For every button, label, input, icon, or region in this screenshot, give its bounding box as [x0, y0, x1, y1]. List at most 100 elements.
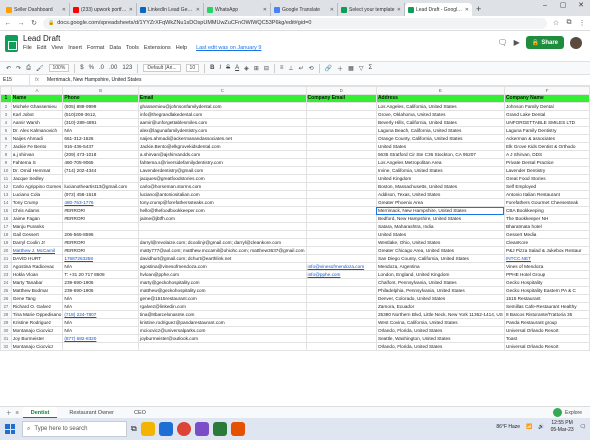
row-number[interactable]: 15: [0, 206, 12, 215]
close-tab-icon[interactable]: ✕: [196, 7, 200, 13]
table-cell[interactable]: Luciano Cola: [10, 190, 64, 199]
table-cell[interactable]: 5635 Stratford Cir Ste C36 Stockton, CA …: [375, 150, 505, 159]
close-tab-icon[interactable]: ✕: [263, 7, 267, 13]
table-cell[interactable]: Irvine, California, United States: [375, 166, 505, 175]
table-cell[interactable]: Merrimack, New Hampshire, United States: [375, 206, 505, 215]
browser-tab[interactable]: Seller Dashboard ✕: [3, 3, 70, 16]
row-number[interactable]: 26: [0, 294, 12, 303]
table-cell[interactable]: (877) 682-8320: [62, 334, 139, 343]
table-cell[interactable]: matty777@aol.com; matthew.mccamil@ohiohc…: [137, 246, 307, 255]
row-number[interactable]: 19: [0, 238, 12, 247]
table-cell[interactable]: mciocvicz@universalparks.com: [137, 326, 307, 335]
meet-icon[interactable]: ▶: [514, 38, 520, 47]
reload-icon[interactable]: ↻: [30, 19, 38, 27]
row-number[interactable]: 32: [0, 342, 12, 351]
table-cell[interactable]: Forefathers Gourmet Cheesesteak: [503, 198, 590, 207]
table-cell[interactable]: Montanajo Ciocvicz: [10, 326, 64, 335]
table-cell[interactable]: Aamir Warsh: [10, 118, 64, 127]
table-cell[interactable]: CleanKore: [503, 238, 590, 247]
redo-icon[interactable]: ↷: [16, 65, 21, 72]
taskbar-search-input[interactable]: ⌕ Type here to search: [22, 421, 127, 437]
row-number[interactable]: 31: [0, 334, 12, 343]
table-cell[interactable]: lucianotheartist13@gmail.com: [62, 182, 139, 191]
table-cell[interactable]: a.shirvan@ajshirvandds.com: [137, 150, 307, 159]
sheets-logo-icon[interactable]: [5, 35, 18, 52]
percent-format-button[interactable]: %: [89, 65, 94, 71]
table-cell[interactable]: [305, 238, 377, 247]
table-cell[interactable]: #ERROR!: [62, 206, 139, 215]
volume-icon[interactable]: 🔊: [538, 424, 544, 430]
row-number[interactable]: 24: [0, 278, 12, 287]
table-cell[interactable]: Universal Orlando Resort: [503, 342, 590, 351]
link-icon[interactable]: 🔗: [325, 65, 332, 72]
last-edit-link[interactable]: Last edit was on January 9: [196, 45, 261, 51]
table-cell[interactable]: 25380 Northern Blvd, Little Neck, New Yo…: [375, 310, 505, 319]
weather-status[interactable]: 86°F Haze: [496, 424, 520, 430]
row-number[interactable]: 23: [0, 270, 12, 279]
row-number[interactable]: 18: [0, 230, 12, 239]
table-cell[interactable]: [305, 302, 377, 311]
valign-icon[interactable]: ⊥: [288, 65, 293, 72]
maximize-icon[interactable]: ▢: [554, 0, 572, 12]
table-cell[interactable]: [305, 198, 377, 207]
table-cell[interactable]: Richard O. Galvez: [10, 302, 64, 311]
zoom-select[interactable]: 100%: [48, 64, 70, 72]
table-cell[interactable]: N/A: [62, 262, 139, 271]
fill-color-icon[interactable]: ◈: [244, 65, 249, 72]
table-cell[interactable]: [305, 110, 377, 119]
close-tab-icon[interactable]: ✕: [397, 7, 401, 13]
table-cell[interactable]: [137, 222, 307, 231]
table-cell[interactable]: Bedford, New Hampshire, United States: [375, 214, 505, 223]
row-number[interactable]: 29: [0, 318, 12, 327]
align-icon[interactable]: ≡: [280, 65, 284, 71]
table-cell[interactable]: Elk Grove Kids Dentist & Orthodo: [503, 142, 590, 151]
table-cell[interactable]: (972) 458-1618: [62, 190, 139, 199]
font-select[interactable]: Default (Ari...: [143, 64, 181, 72]
row-number[interactable]: 5: [0, 126, 12, 135]
new-tab-button[interactable]: +: [476, 3, 481, 16]
clock[interactable]: 12:55 PM 05-Mar-23: [551, 420, 574, 434]
table-cell[interactable]: N/A: [62, 294, 139, 303]
table-cell[interactable]: N/A: [62, 302, 139, 311]
table-cell[interactable]: (310)-289-4891: [62, 118, 139, 127]
table-cell[interactable]: tony.crump@forefatherssteaks.com: [137, 198, 307, 207]
table-cell[interactable]: [305, 214, 377, 223]
menu-item-file[interactable]: File: [23, 45, 32, 51]
store-icon[interactable]: [194, 422, 209, 436]
table-cell[interactable]: Westlake, Ohio, United States: [375, 238, 505, 247]
row-number[interactable]: 20: [0, 246, 12, 255]
table-cell[interactable]: info@vinesofmendoza.com: [305, 262, 377, 271]
table-cell[interactable]: 916-436-5437: [62, 142, 139, 151]
table-cell[interactable]: Orange County, California, United States: [375, 134, 505, 143]
row-number[interactable]: 3: [0, 110, 12, 119]
table-cell[interactable]: fahtema.s@riversidefamilydentistry.com: [137, 158, 307, 167]
table-cell[interactable]: Los Angeles Metropolitan Area: [375, 158, 505, 167]
explore-button[interactable]: Explore: [553, 408, 582, 417]
column-header[interactable]: A: [10, 86, 64, 95]
table-cell[interactable]: Johnson Family Dental: [503, 102, 590, 111]
chrome-icon[interactable]: [176, 422, 191, 436]
table-cell[interactable]: Orlando, Florida, United States: [375, 326, 505, 335]
table-cell[interactable]: Boston, Massachusetts, United States: [375, 182, 505, 191]
excel-icon[interactable]: [212, 422, 227, 436]
table-cell[interactable]: Tony Crump: [10, 198, 64, 207]
table-cell[interactable]: Fahtema S: [10, 158, 64, 167]
table-cell[interactable]: UNFORGETTABLE SMILES LTD: [503, 118, 590, 127]
table-cell[interactable]: [305, 150, 377, 159]
select-all-corner[interactable]: [0, 86, 12, 95]
table-cell[interactable]: (510)208-3612,: [62, 110, 139, 119]
row-number[interactable]: 28: [0, 310, 12, 319]
table-cell[interactable]: [62, 222, 139, 231]
table-cell[interactable]: Matthew J. McCamil: [10, 246, 64, 255]
table-cell[interactable]: Denver, Colorado, United States: [375, 294, 505, 303]
table-cell[interactable]: 17687263258: [62, 254, 139, 263]
table-cell[interactable]: Mendoza, Argentina: [375, 262, 505, 271]
undo-icon[interactable]: ↶: [6, 65, 11, 72]
table-cell[interactable]: hello@thefoodbookkeeper.com: [137, 206, 307, 215]
table-cell[interactable]: Great Food Stories: [503, 174, 590, 183]
more-formats-button[interactable]: 123: [122, 65, 132, 71]
table-cell[interactable]: jacques@greatfoodstories.com: [137, 174, 307, 183]
table-cell[interactable]: Gecko Hospitality Eastern PA & C: [503, 286, 590, 295]
table-cell[interactable]: Private Dental Practice: [503, 158, 590, 167]
decrease-decimal-button[interactable]: .0: [99, 65, 104, 71]
